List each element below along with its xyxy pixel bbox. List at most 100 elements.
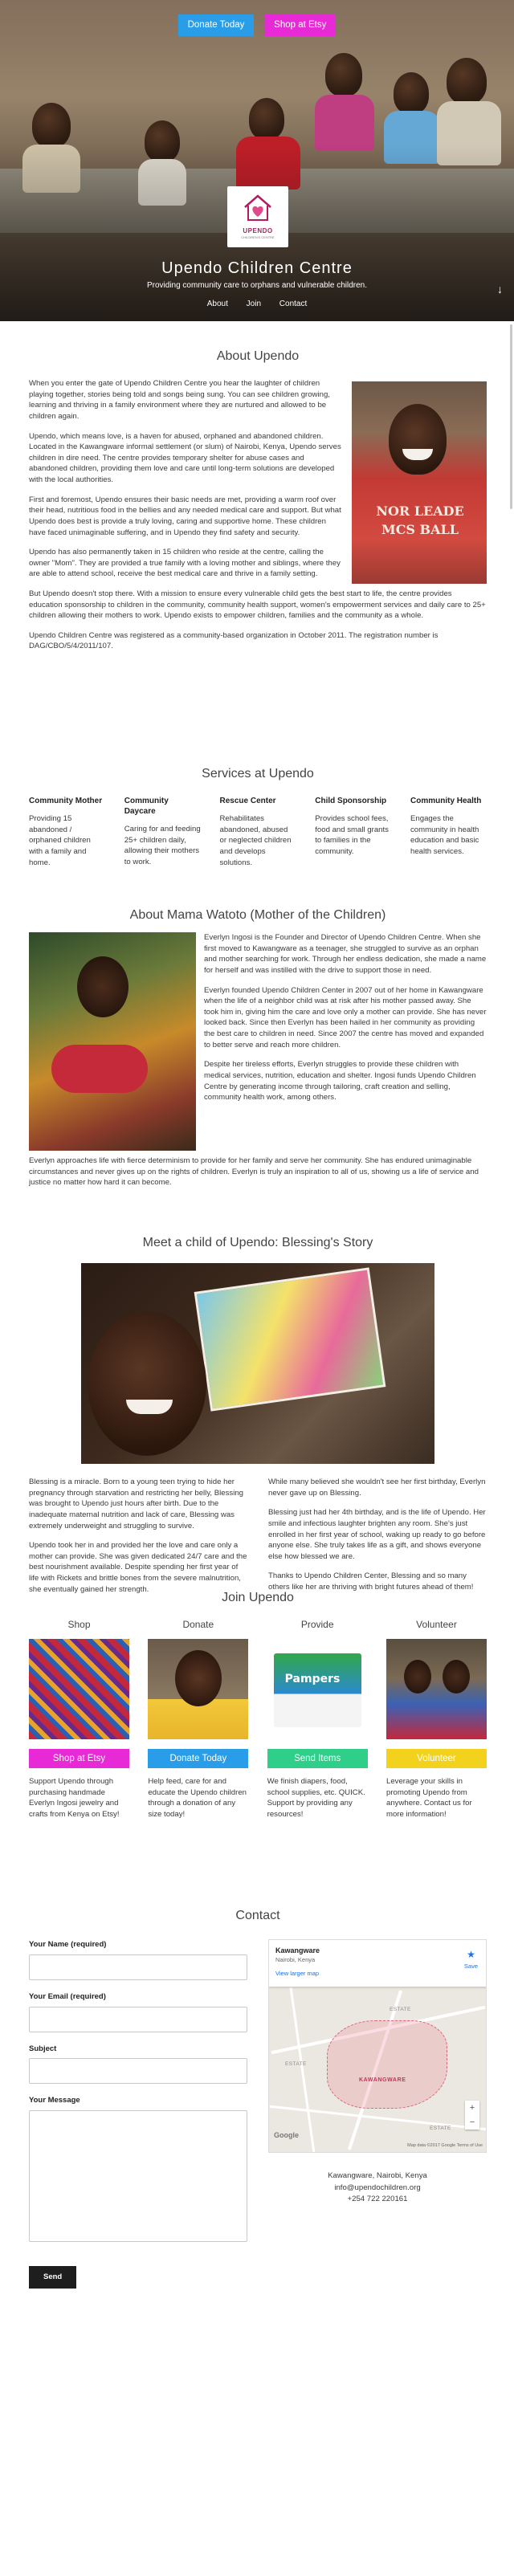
donate-today-button[interactable]: Donate Today bbox=[177, 14, 255, 36]
about-paragraph: When you enter the gate of Upendo Childr… bbox=[29, 379, 330, 422]
main-nav: About Join Contact bbox=[0, 299, 514, 311]
about-section: About Upendo When you enter the gate of … bbox=[29, 347, 487, 661]
join-section: Join Upendo Shop Shop at Etsy Support Up… bbox=[29, 1588, 487, 1820]
message-field[interactable] bbox=[29, 2110, 247, 2243]
donate-today-button[interactable]: Donate Today bbox=[148, 1748, 249, 1769]
name-field[interactable] bbox=[29, 1954, 247, 1980]
story-title: Meet a child of Upendo: Blessing's Story bbox=[142, 1236, 373, 1249]
story-paragraph: While many believed she wouldn't see her… bbox=[268, 1478, 486, 1498]
about-text: When you enter the gate of Upendo Childr… bbox=[29, 378, 344, 589]
join-volunteer-column: Volunteer Volunteer Leverage your skills… bbox=[386, 1618, 487, 1820]
subject-label: Subject bbox=[29, 2044, 57, 2053]
join-shop-column: Shop Shop at Etsy Support Upendo through… bbox=[29, 1618, 129, 1820]
join-text: We finish diapers, food, school supplies… bbox=[267, 1777, 365, 1820]
mama-paragraph: Despite her tireless efforts, Everlyn st… bbox=[204, 1060, 476, 1103]
contact-section: Contact Your Name (required) Your Email … bbox=[29, 1906, 487, 2289]
message-label: Your Message bbox=[29, 2096, 80, 2105]
page-scrollbar[interactable] bbox=[510, 324, 512, 509]
volunteer-button[interactable]: Volunteer bbox=[386, 1748, 487, 1769]
about-wide-text: But Upendo doesn't stop there. With a mi… bbox=[29, 589, 487, 652]
contact-email[interactable]: info@upendochildren.org bbox=[268, 2183, 487, 2194]
address: Kawangware, Nairobi, Kenya bbox=[328, 2171, 427, 2181]
google-logo: Google bbox=[274, 2131, 299, 2140]
map-save-button[interactable]: ★ Save bbox=[464, 1948, 478, 1971]
services-title: Services at Upendo bbox=[202, 767, 314, 781]
email-field[interactable] bbox=[29, 2006, 247, 2032]
map-region: Nairobi, Kenya bbox=[275, 1956, 316, 1964]
about-paragraph: Upendo has also permanently taken in 15 … bbox=[29, 548, 341, 579]
shop-at-etsy-button[interactable]: Shop at Etsy bbox=[264, 14, 337, 36]
child-photo bbox=[148, 1638, 249, 1739]
star-icon: ★ bbox=[467, 1949, 475, 1961]
view-larger-map-link[interactable]: View larger map bbox=[275, 1970, 481, 1979]
nav-contact[interactable]: Contact bbox=[279, 300, 307, 308]
send-button[interactable]: Send bbox=[29, 2266, 77, 2289]
shirt-print: NOR LEADE MCS BALL bbox=[376, 503, 464, 538]
mama-watoto-section: About Mama Watoto (Mother of the Childre… bbox=[29, 906, 487, 1197]
map-road bbox=[269, 2105, 486, 2131]
service-title: Child Sponsorship bbox=[315, 797, 387, 806]
story-paragraph: Upendo took her in and provided her the … bbox=[29, 1541, 247, 1594]
service-title: Community Health bbox=[410, 797, 482, 806]
service-rescue-center: Rescue Center Rehabilitates abandoned, a… bbox=[220, 796, 296, 868]
send-items-button[interactable]: Send Items bbox=[267, 1748, 368, 1769]
join-heading: Provide bbox=[300, 1619, 334, 1631]
story-right-column: While many believed she wouldn't see her… bbox=[268, 1477, 487, 1604]
shop-at-etsy-button[interactable]: Shop at Etsy bbox=[29, 1748, 129, 1769]
mother-face bbox=[77, 956, 128, 1018]
child-face bbox=[175, 1649, 222, 1706]
map-place: Kawangware bbox=[275, 1946, 320, 1955]
story-left-column: Blessing is a miracle. Born to a young t… bbox=[29, 1477, 247, 1604]
mama-paragraph: Everlyn founded Upendo Children Center i… bbox=[204, 985, 487, 1050]
diapers-photo: Pampers bbox=[267, 1638, 368, 1739]
join-text: Leverage your skills in promoting Upendo… bbox=[386, 1777, 472, 1820]
logo-name: UPENDO bbox=[243, 226, 273, 234]
join-text: Help feed, care for and educate the Upen… bbox=[148, 1777, 247, 1820]
kawangware-area bbox=[327, 2020, 447, 2109]
about-paragraph: Upendo, which means love, is a haven for… bbox=[29, 431, 341, 485]
join-title: Join Upendo bbox=[222, 1591, 294, 1604]
about-paragraph: First and foremost, Upendo ensures their… bbox=[29, 495, 341, 537]
service-child-sponsorship: Child Sponsorship Provides school fees, … bbox=[315, 796, 391, 868]
services-section: Services at Upendo Community Mother Prov… bbox=[29, 764, 487, 868]
chevron-down-icon[interactable]: ↓ bbox=[497, 281, 503, 297]
map-info-panel: Kawangware Nairobi, Kenya View larger ma… bbox=[269, 1940, 486, 1987]
mama-paragraph: Everlyn approaches life with fierce dete… bbox=[29, 1156, 479, 1188]
subject-field[interactable] bbox=[29, 2058, 247, 2085]
house-heart-icon bbox=[244, 194, 271, 221]
google-map[interactable]: ESTATE ESTATE ESTATE KAWANGWARE Kawangwa… bbox=[268, 1939, 487, 2154]
site-tagline: Providing community care to orphans and … bbox=[146, 281, 368, 290]
picture-book bbox=[194, 1267, 386, 1412]
hero-buttons: Donate Today Shop at Etsy bbox=[0, 14, 514, 36]
service-text: Caring for and feeding 25+ children dail… bbox=[124, 825, 201, 867]
diaper-pack: Pampers bbox=[273, 1653, 361, 1727]
zoom-out-icon[interactable]: − bbox=[465, 2115, 479, 2130]
service-community-mother: Community Mother Providing 15 abandoned … bbox=[29, 796, 105, 868]
story-section: Meet a child of Upendo: Blessing's Story… bbox=[29, 1233, 487, 1604]
mama-paragraph: Everlyn Ingosi is the Founder and Direct… bbox=[204, 933, 487, 976]
story-paragraph: Blessing just had her 4th birthday, and … bbox=[268, 1508, 486, 1561]
upendo-logo: UPENDO CHILDREN'S CENTRE bbox=[227, 186, 288, 247]
mama-title: About Mama Watoto (Mother of the Childre… bbox=[129, 908, 386, 922]
contact-phone[interactable]: +254 722 220161 bbox=[268, 2194, 487, 2205]
service-title: Community Mother bbox=[29, 797, 103, 806]
boy-photo: NOR LEADE MCS BALL bbox=[352, 381, 487, 585]
diaper-brand: Pampers bbox=[284, 1672, 341, 1685]
baby-blanket bbox=[51, 1045, 148, 1094]
service-community-daycare: Community Daycare Caring for and feeding… bbox=[124, 796, 201, 868]
map-zoom-controls: + − bbox=[465, 2101, 479, 2130]
map-label: ESTATE bbox=[285, 2061, 307, 2068]
contact-title: Contact bbox=[235, 1909, 280, 1922]
service-text: Provides school fees, food and small gra… bbox=[315, 814, 389, 857]
nav-about[interactable]: About bbox=[207, 300, 228, 308]
service-title: Community Daycare bbox=[124, 797, 169, 817]
logo-subtitle: CHILDREN'S CENTRE bbox=[241, 235, 275, 240]
map-column: ESTATE ESTATE ESTATE KAWANGWARE Kawangwa… bbox=[268, 1939, 487, 2289]
join-text: Support Upendo through purchasing handma… bbox=[29, 1777, 120, 1820]
service-text: Engages the community in health educatio… bbox=[410, 814, 479, 857]
map-area-label: KAWANGWARE bbox=[359, 2077, 406, 2084]
nav-join[interactable]: Join bbox=[247, 300, 261, 308]
zoom-in-icon[interactable]: + bbox=[465, 2101, 479, 2115]
volunteer-face bbox=[442, 1659, 470, 1694]
name-label: Your Name (required) bbox=[29, 1940, 107, 1950]
